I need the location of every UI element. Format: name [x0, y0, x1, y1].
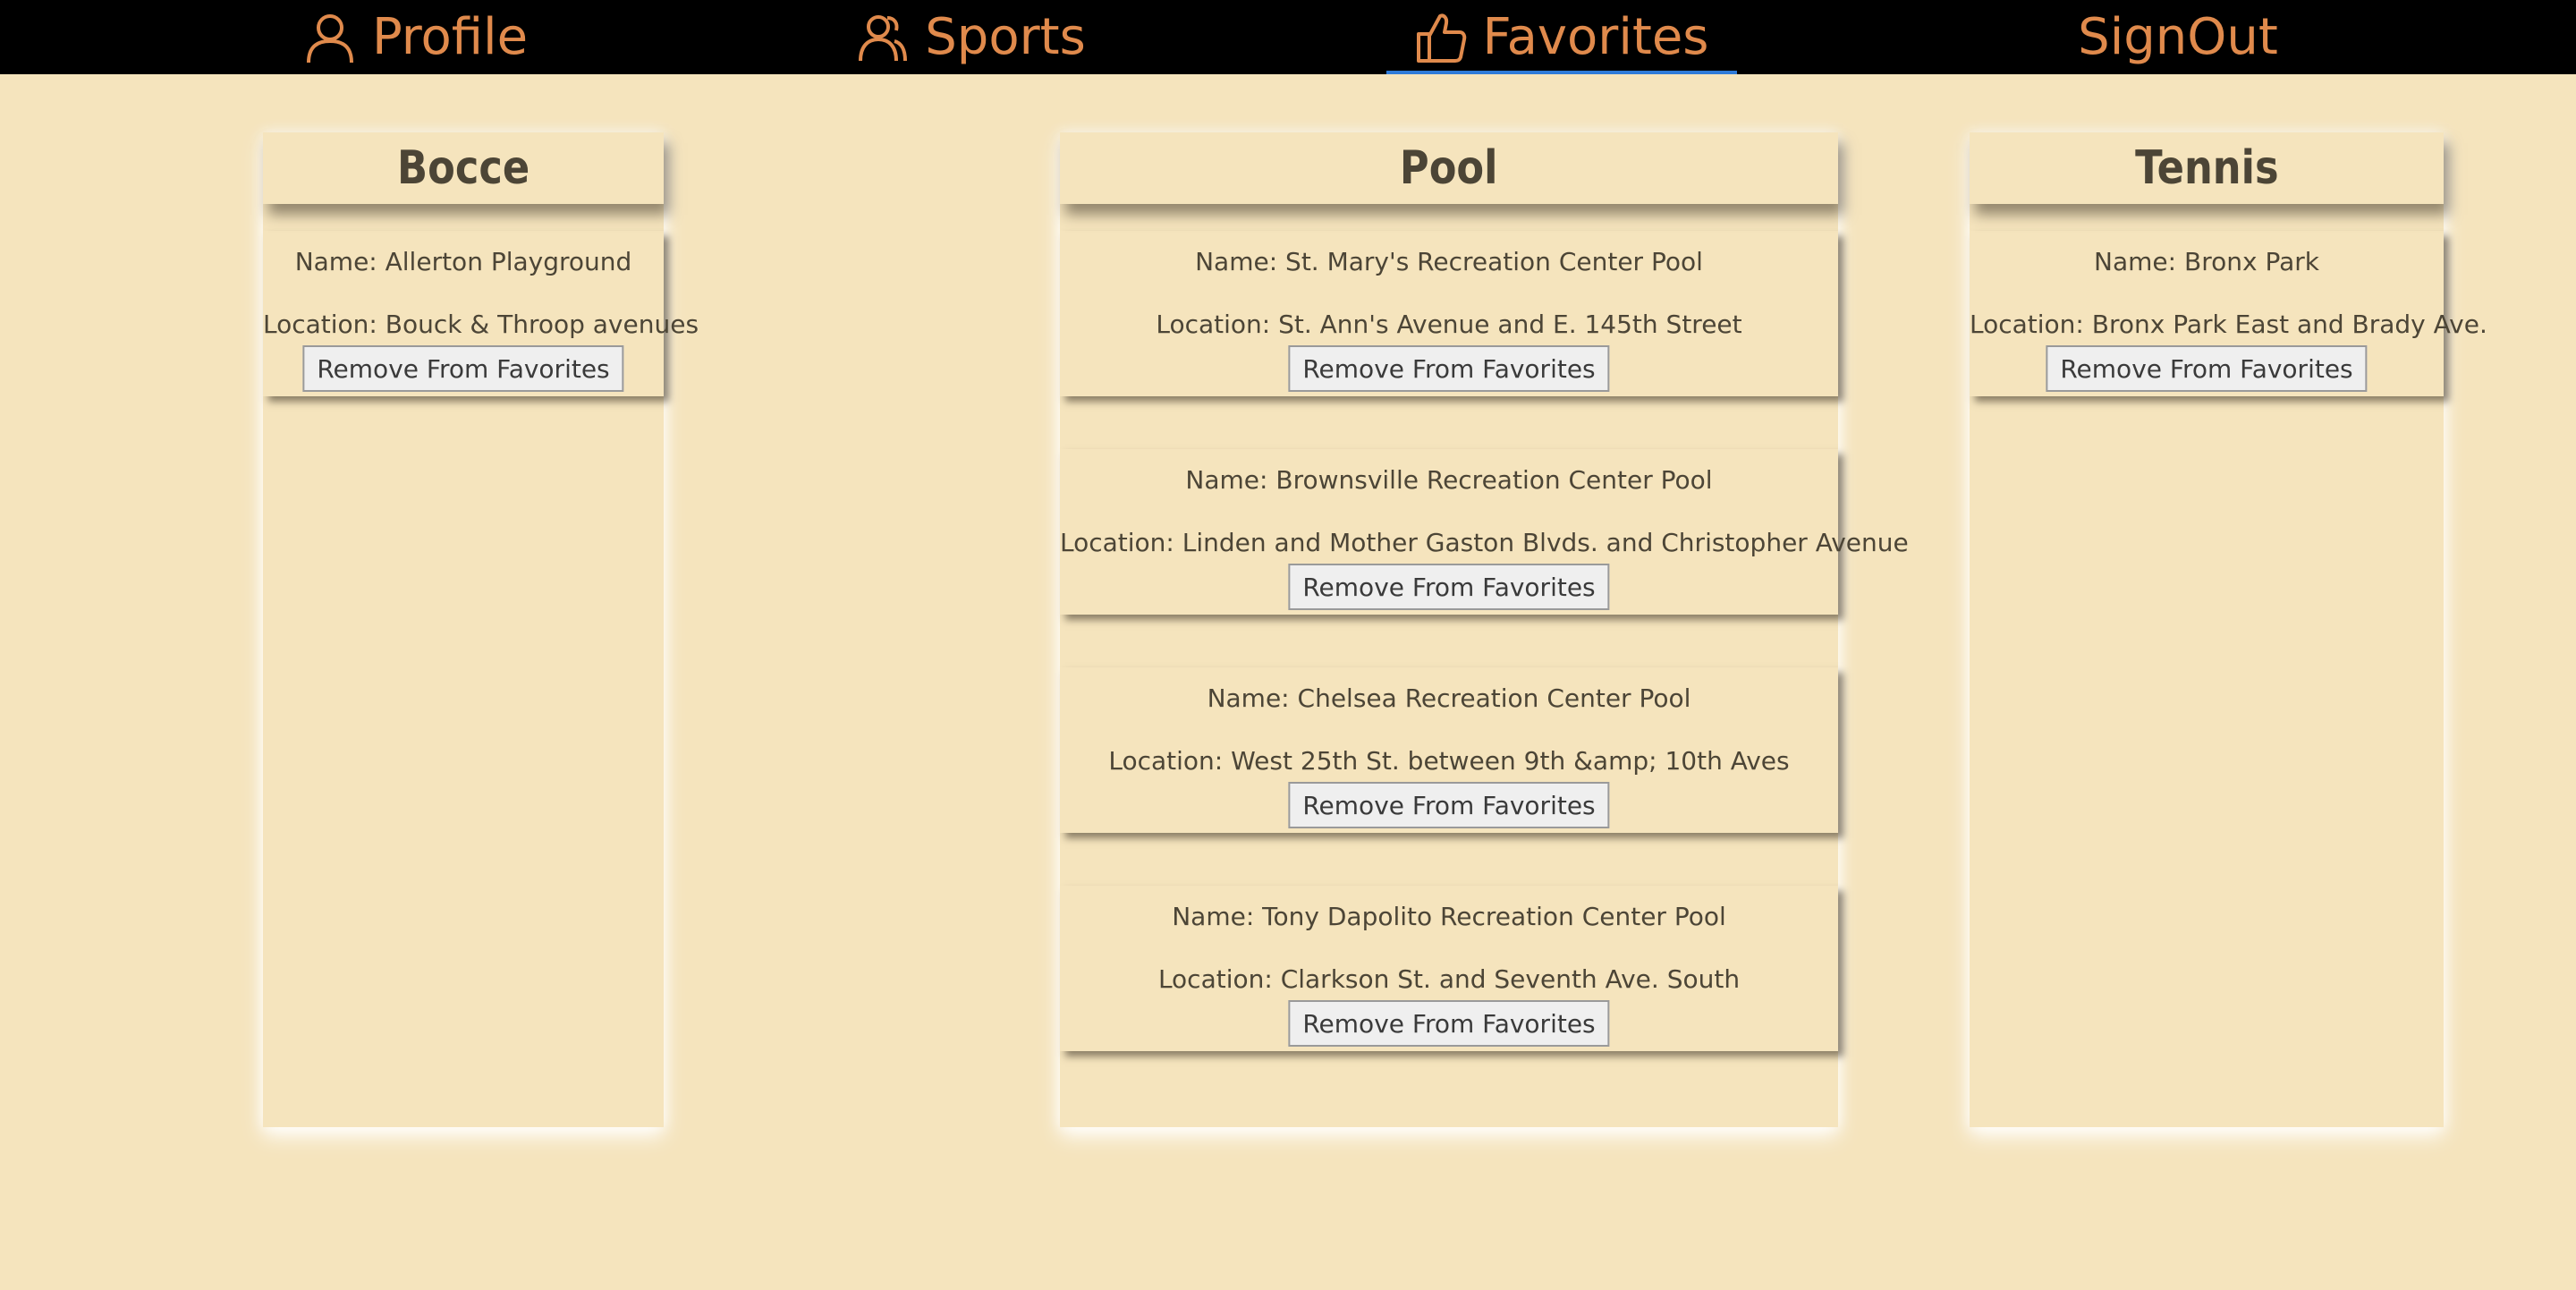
remove-from-favorites-button[interactable]: Remove From Favorites: [302, 345, 624, 392]
nav-favorites[interactable]: Favorites: [1386, 0, 1737, 74]
facility-location: Location: Linden and Mother Gaston Blvds…: [1060, 528, 1909, 557]
column-title: Tennis: [2134, 141, 2279, 195]
nav-profile-label: Profile: [371, 8, 529, 66]
facility-name: Name: St. Mary's Recreation Center Pool: [1195, 247, 1703, 276]
facility-name: Name: Bronx Park: [2094, 247, 2319, 276]
facility-location: Location: Clarkson St. and Seventh Ave. …: [1157, 964, 1741, 994]
column-header: Tennis: [1970, 132, 2444, 204]
column-title: Bocce: [396, 141, 530, 195]
remove-from-favorites-button[interactable]: Remove From Favorites: [1288, 564, 1610, 610]
facility-location: Location: St. Ann's Avenue and E. 145th …: [1156, 310, 1742, 339]
nav-signout-label: SignOut: [2078, 8, 2278, 66]
nav-favorites-label: Favorites: [1482, 8, 1709, 66]
column-header: Pool: [1060, 132, 1838, 204]
top-nav-bar: Profile Sports Favorites SignOut: [0, 0, 2576, 74]
sport-column-pool: Pool Name: St. Mary's Recreation Center …: [1060, 132, 1909, 1127]
favorite-card: Name: Brownsville Recreation Center Pool…: [1060, 449, 1909, 615]
remove-from-favorites-button[interactable]: Remove From Favorites: [2046, 345, 2368, 392]
facility-name: Name: Tony Dapolito Recreation Center Po…: [1172, 902, 1726, 931]
nav-signout[interactable]: SignOut: [2057, 0, 2299, 74]
remove-from-favorites-button[interactable]: Remove From Favorites: [1288, 1000, 1610, 1047]
facility-name: Name: Chelsea Recreation Center Pool: [1207, 683, 1691, 713]
favorite-card: Name: Tony Dapolito Recreation Center Po…: [1060, 886, 1838, 1051]
remove-from-favorites-button[interactable]: Remove From Favorites: [1288, 345, 1610, 392]
facility-location: Location: Bouck & Throop avenues: [263, 310, 699, 339]
column-header: Bocce: [263, 132, 664, 204]
nav-sports-label: Sports: [925, 8, 1086, 66]
facility-location: Location: Bronx Park East and Brady Ave.: [1970, 310, 2487, 339]
sport-column-tennis: Tennis Name: Bronx Park Location: Bronx …: [1970, 132, 2487, 1127]
favorite-card: Name: Chelsea Recreation Center Pool Loc…: [1060, 667, 1838, 833]
nav-sports[interactable]: Sports: [854, 0, 1087, 74]
thumbs-up-icon: [1416, 13, 1466, 63]
nav-profile[interactable]: Profile: [295, 0, 537, 74]
favorite-card: Name: St. Mary's Recreation Center Pool …: [1060, 231, 1838, 396]
facility-name: Name: Allerton Playground: [294, 247, 632, 276]
user-icon: [306, 13, 353, 63]
users-icon: [859, 14, 908, 61]
remove-from-favorites-button[interactable]: Remove From Favorites: [1288, 782, 1610, 828]
column-title: Pool: [1400, 141, 1498, 195]
favorite-card: Name: Allerton Playground Location: Bouc…: [263, 231, 699, 396]
favorite-card: Name: Bronx Park Location: Bronx Park Ea…: [1970, 231, 2487, 396]
sport-column-bocce: Bocce Name: Allerton Playground Location…: [263, 132, 699, 1127]
facility-name: Name: Brownsville Recreation Center Pool: [1185, 465, 1713, 495]
facility-location: Location: West 25th St. between 9th &amp…: [1108, 746, 1790, 776]
